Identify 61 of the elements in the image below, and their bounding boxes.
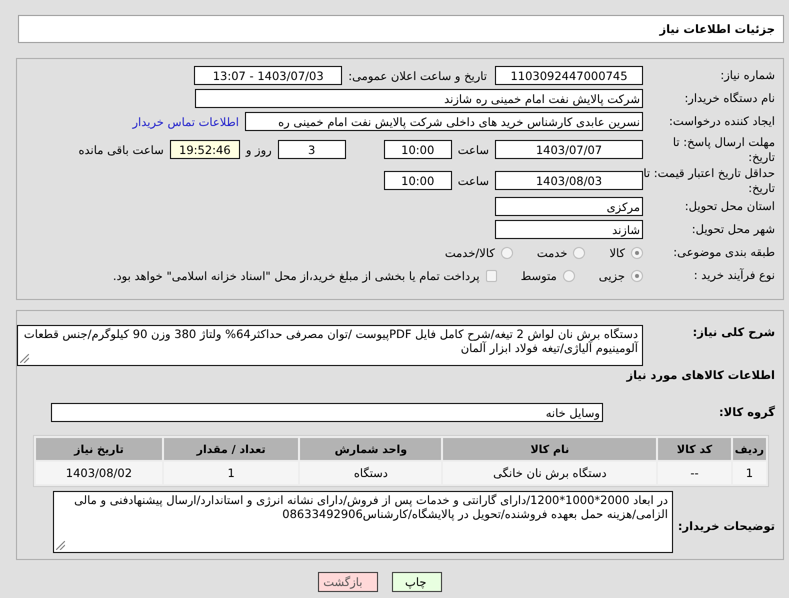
field-label: حداقل تاریخ اعتبار قیمت: تا تاریخ: bbox=[643, 166, 776, 196]
back-button[interactable]: بازگشت bbox=[318, 572, 378, 592]
field-label: ایجاد کننده درخواست: bbox=[668, 114, 776, 129]
resize-grip-icon bbox=[56, 541, 65, 550]
table-cell: دستگاه برش نان خانگی bbox=[443, 462, 656, 484]
city-field: شازند bbox=[495, 220, 643, 239]
field-label: تاریخ و ساعت اعلان عمومی: bbox=[348, 68, 487, 82]
column-header: واحد شمارش bbox=[300, 438, 442, 460]
table-cell: 1403/08/02 bbox=[36, 462, 162, 484]
field-label: استان محل تحویل: bbox=[684, 199, 776, 214]
field-label: توضیحات خریدار: bbox=[676, 519, 776, 534]
field-label: نام دستگاه خریدار: bbox=[683, 91, 776, 106]
announce-date-field: 1403/07/03 - 13:07 bbox=[194, 66, 342, 85]
process-radio[interactable]: متوسط bbox=[520, 268, 575, 282]
column-header: کد کالا bbox=[658, 438, 731, 460]
days-label: روز و bbox=[246, 142, 272, 156]
resize-grip-icon bbox=[20, 354, 29, 363]
goods-group-field: وسایل خانه bbox=[51, 403, 603, 422]
column-header: نام کالا bbox=[443, 438, 656, 460]
category-radio[interactable]: کالا bbox=[609, 246, 643, 260]
column-header: تاریخ نیاز bbox=[36, 438, 162, 460]
date-field: 1403/08/03 bbox=[495, 171, 643, 190]
field-label: گروه کالا: bbox=[718, 405, 776, 420]
page-title: جزئیات اطلاعات نیاز bbox=[659, 22, 775, 36]
buyer-field: شرکت پالایش نفت امام خمینی ره شازند bbox=[195, 89, 643, 108]
column-header: ردیف bbox=[732, 438, 766, 460]
field-label: شرح کلی نیاز: bbox=[692, 325, 776, 340]
table-cell: -- bbox=[658, 462, 731, 484]
date-field: 1403/07/07 bbox=[495, 140, 643, 159]
category-radio[interactable]: کالا/خدمت bbox=[444, 246, 513, 260]
process-radio[interactable]: جزیی bbox=[598, 268, 643, 282]
countdown-field: 19:52:46 bbox=[170, 140, 240, 159]
description-text: دستگاه برش نان لواش 2 تیغه/شرح کامل فایل PDFپیوست /توان مصرفی حداکثر64% ولتاژ 380 وزن 90 کیلوگرم/جنس قطعات آلومینیوم آلیاژی/تیغه فولاد ابزار آلمان bbox=[24, 327, 638, 355]
time-field: 10:00 bbox=[384, 171, 452, 190]
radio-label: کالا/خدمت bbox=[444, 246, 495, 260]
field-label: مهلت ارسال پاسخ: تا تاریخ: bbox=[672, 134, 776, 164]
category-radio[interactable]: خدمت bbox=[536, 246, 586, 260]
contact-link[interactable]: اطلاعات تماس خریدار bbox=[132, 114, 239, 128]
time-label: ساعت bbox=[458, 142, 489, 156]
field-label: شهر محل تحویل: bbox=[690, 222, 776, 237]
creator-field: نسرین عابدی کارشناس خرید های داخلی شرکت پالایش نفت امام خمینی ره bbox=[245, 112, 643, 131]
column-header: تعداد / مقدار bbox=[164, 438, 298, 460]
buyer-notes-text: در ابعاد 2000*1000*1200/دارای گارانتی و خدمات پس از فروش/دارای نشانه انرژی و استاندارد/ارسال پیشنهادفنی و مالی الزامی/هزینه حمل بعهده فروشنده/تحویل در پالایشگاه/کارشناس08633492906 bbox=[74, 493, 668, 521]
section-title: اطلاعات کالاهای مورد نیاز bbox=[625, 368, 776, 382]
time-label: ساعت bbox=[458, 174, 489, 188]
table-cell: 1 bbox=[732, 462, 766, 484]
radio-label: خدمت bbox=[536, 246, 568, 260]
field-label: طبقه بندی موضوعی: bbox=[672, 245, 776, 260]
time-field: 10:00 bbox=[384, 140, 452, 159]
radio-label: جزیی bbox=[598, 268, 625, 282]
field-label: نوع فرآیند خرید : bbox=[692, 268, 776, 283]
print-button[interactable]: چاپ bbox=[392, 572, 442, 592]
need-number-field: 1103092447000745 bbox=[495, 66, 643, 85]
field-label: شماره نیاز: bbox=[719, 68, 776, 83]
table-cell: دستگاه bbox=[300, 462, 442, 484]
remaining-label: ساعت باقی مانده bbox=[78, 142, 164, 156]
days-field: 3 bbox=[278, 140, 346, 159]
table-cell: 1 bbox=[164, 462, 298, 484]
province-field: مرکزی bbox=[495, 197, 643, 216]
radio-label: کالا bbox=[609, 246, 625, 260]
radio-label: متوسط bbox=[520, 268, 557, 282]
